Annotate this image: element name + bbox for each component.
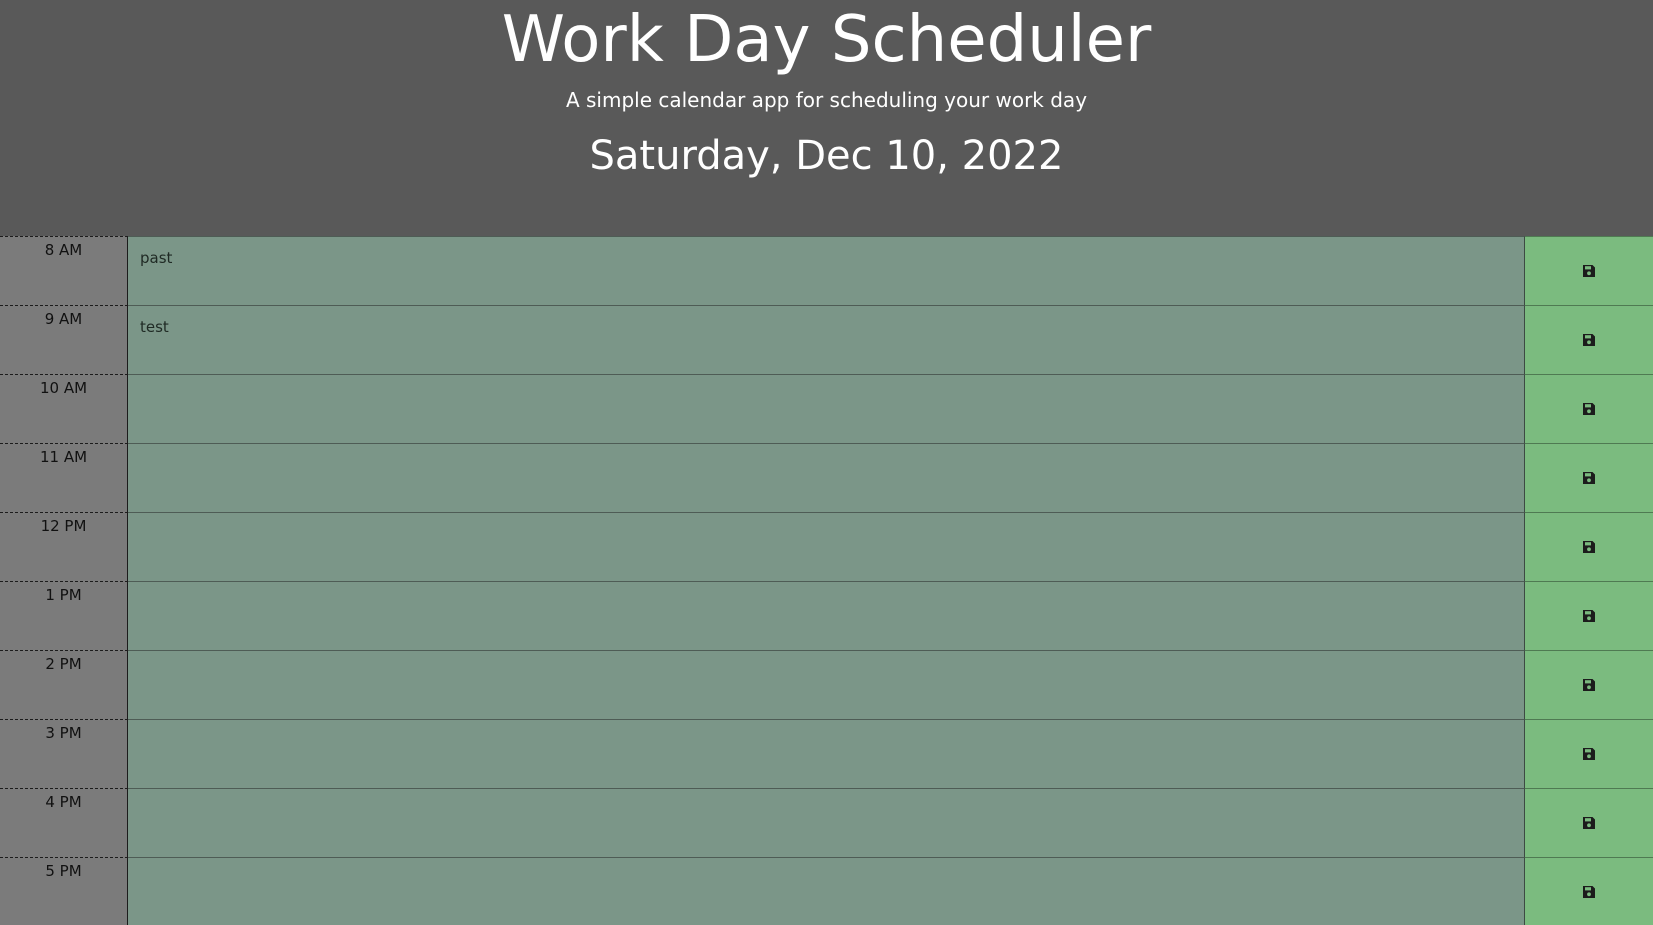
hour-label: 9 AM (0, 305, 128, 374)
time-block-row: 2 PM (0, 650, 1653, 719)
time-block-row: 8 AM past (0, 236, 1653, 305)
save-button[interactable] (1525, 512, 1653, 581)
save-button[interactable] (1525, 719, 1653, 788)
event-description-input[interactable] (128, 719, 1525, 788)
current-date: Saturday, Dec 10, 2022 (589, 133, 1064, 179)
floppy-disk-icon (1582, 816, 1596, 830)
save-button[interactable] (1525, 305, 1653, 374)
time-block-row: 5 PM (0, 857, 1653, 925)
schedule-container: 8 AM past 9 AM test 10 AM 11 AM 12 PM 1 … (0, 236, 1653, 925)
page-title: Work Day Scheduler (501, 3, 1152, 77)
time-block-row: 10 AM (0, 374, 1653, 443)
hour-label: 1 PM (0, 581, 128, 650)
event-description-input[interactable] (128, 374, 1525, 443)
page-header: Work Day Scheduler A simple calendar app… (0, 0, 1653, 236)
save-button[interactable] (1525, 374, 1653, 443)
save-button[interactable] (1525, 236, 1653, 305)
hour-label: 2 PM (0, 650, 128, 719)
save-button[interactable] (1525, 857, 1653, 925)
save-button[interactable] (1525, 581, 1653, 650)
floppy-disk-icon (1582, 540, 1596, 554)
event-description-input[interactable]: past (128, 236, 1525, 305)
save-button[interactable] (1525, 788, 1653, 857)
hour-label: 3 PM (0, 719, 128, 788)
floppy-disk-icon (1582, 333, 1596, 347)
event-description-input[interactable] (128, 788, 1525, 857)
hour-label: 4 PM (0, 788, 128, 857)
time-block-row: 4 PM (0, 788, 1653, 857)
save-button[interactable] (1525, 650, 1653, 719)
page: Work Day Scheduler A simple calendar app… (0, 0, 1653, 925)
hour-label: 12 PM (0, 512, 128, 581)
page-subtitle: A simple calendar app for scheduling you… (565, 88, 1088, 112)
hour-label: 8 AM (0, 236, 128, 305)
time-block-row: 12 PM (0, 512, 1653, 581)
floppy-disk-icon (1582, 609, 1596, 623)
event-description-input[interactable] (128, 443, 1525, 512)
floppy-disk-icon (1582, 402, 1596, 416)
hour-label: 10 AM (0, 374, 128, 443)
event-description-input[interactable] (128, 512, 1525, 581)
floppy-disk-icon (1582, 678, 1596, 692)
event-description-input[interactable] (128, 650, 1525, 719)
time-block-row: 11 AM (0, 443, 1653, 512)
floppy-disk-icon (1582, 885, 1596, 899)
floppy-disk-icon (1582, 747, 1596, 761)
event-description-input[interactable] (128, 857, 1525, 925)
floppy-disk-icon (1582, 264, 1596, 278)
hour-label: 5 PM (0, 857, 128, 925)
time-block-row: 1 PM (0, 581, 1653, 650)
event-description-input[interactable]: test (128, 305, 1525, 374)
save-button[interactable] (1525, 443, 1653, 512)
floppy-disk-icon (1582, 471, 1596, 485)
time-block-row: 9 AM test (0, 305, 1653, 374)
time-block-row: 3 PM (0, 719, 1653, 788)
hour-label: 11 AM (0, 443, 128, 512)
event-description-input[interactable] (128, 581, 1525, 650)
